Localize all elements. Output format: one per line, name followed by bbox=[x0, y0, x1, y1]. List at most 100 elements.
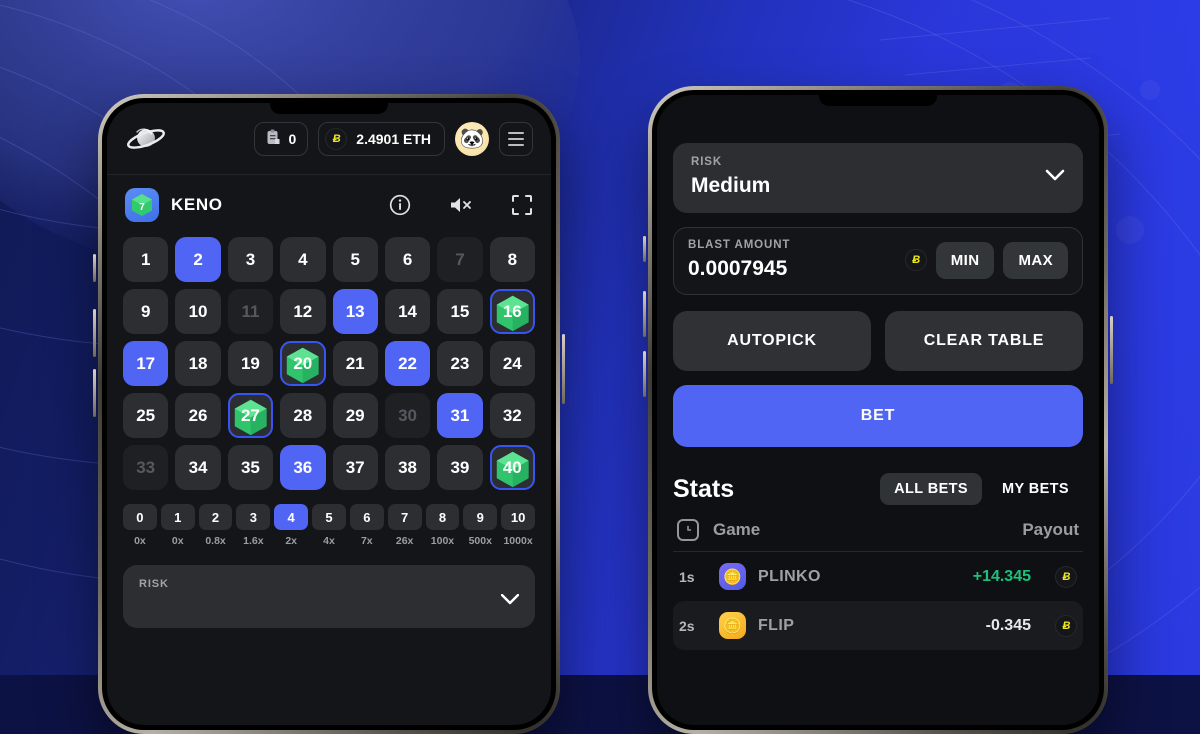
column-payout: Payout bbox=[1022, 520, 1079, 540]
keno-cell-4[interactable]: 4 bbox=[280, 237, 325, 282]
bet-row[interactable]: 1s🪙PLINKO+14.345Ƀ bbox=[673, 552, 1083, 601]
balance-chip[interactable]: Ƀ 2.4901 ETH bbox=[318, 122, 445, 156]
keno-cell-9[interactable]: 9 bbox=[123, 289, 168, 334]
keno-cell-number: 31 bbox=[450, 406, 469, 426]
blast-amount-field[interactable]: BLAST AMOUNT 0.0007945 Ƀ MIN MAX bbox=[673, 227, 1083, 295]
keno-cell-25[interactable]: 25 bbox=[123, 393, 168, 438]
keno-cell-14[interactable]: 14 bbox=[385, 289, 430, 334]
left-phone-screen: 0 Ƀ 2.4901 ETH 🐼 7 bbox=[107, 103, 551, 725]
keno-cell-26[interactable]: 26 bbox=[175, 393, 220, 438]
bet-row[interactable]: 2s🪙FLIP-0.345Ƀ bbox=[673, 601, 1083, 650]
keno-cell-13[interactable]: 13 bbox=[333, 289, 378, 334]
keno-number-grid[interactable]: 1234567891011121314151617181920212223242… bbox=[107, 235, 551, 490]
multiplier-cell-6[interactable]: 67x bbox=[350, 504, 384, 547]
keno-cell-number: 10 bbox=[189, 302, 208, 322]
keno-cell-33[interactable]: 33 bbox=[123, 445, 168, 490]
max-button[interactable]: MAX bbox=[1003, 242, 1068, 279]
multiplier-hits: 0 bbox=[123, 504, 157, 530]
keno-cell-8[interactable]: 8 bbox=[490, 237, 535, 282]
keno-cell-27[interactable]: 27 bbox=[228, 393, 273, 438]
bet-payout: -0.345 bbox=[986, 617, 1031, 635]
chevron-down-icon[interactable] bbox=[1045, 168, 1065, 186]
clear-table-button[interactable]: CLEAR TABLE bbox=[885, 311, 1083, 371]
keno-cell-number: 19 bbox=[241, 354, 260, 374]
keno-cell-2[interactable]: 2 bbox=[175, 237, 220, 282]
risk-selector-left[interactable]: RISK bbox=[123, 565, 535, 628]
keno-cell-11[interactable]: 11 bbox=[228, 289, 273, 334]
keno-cell-number: 23 bbox=[450, 354, 469, 374]
phone-notch bbox=[270, 103, 388, 114]
bet-payout: +14.345 bbox=[973, 568, 1031, 586]
keno-cell-21[interactable]: 21 bbox=[333, 341, 378, 386]
keno-cell-number: 9 bbox=[141, 302, 150, 322]
keno-cell-31[interactable]: 31 bbox=[437, 393, 482, 438]
keno-cell-32[interactable]: 32 bbox=[490, 393, 535, 438]
keno-cell-number: 16 bbox=[503, 302, 522, 322]
multiplier-cell-4[interactable]: 42x bbox=[274, 504, 308, 547]
keno-cell-10[interactable]: 10 bbox=[175, 289, 220, 334]
keno-cell-23[interactable]: 23 bbox=[437, 341, 482, 386]
keno-cell-22[interactable]: 22 bbox=[385, 341, 430, 386]
keno-cell-number: 1 bbox=[141, 250, 150, 270]
keno-cell-30[interactable]: 30 bbox=[385, 393, 430, 438]
autopick-button[interactable]: AUTOPICK bbox=[673, 311, 871, 371]
keno-cell-18[interactable]: 18 bbox=[175, 341, 220, 386]
keno-cell-37[interactable]: 37 bbox=[333, 445, 378, 490]
keno-cell-16[interactable]: 16 bbox=[490, 289, 535, 334]
multiplier-value: 0x bbox=[172, 535, 184, 547]
multiplier-cell-3[interactable]: 31.6x bbox=[236, 504, 270, 547]
multiplier-hits: 2 bbox=[199, 504, 233, 530]
keno-cell-38[interactable]: 38 bbox=[385, 445, 430, 490]
keno-cell-5[interactable]: 5 bbox=[333, 237, 378, 282]
multiplier-hits: 3 bbox=[236, 504, 270, 530]
keno-cell-6[interactable]: 6 bbox=[385, 237, 430, 282]
speaker-muted-icon[interactable] bbox=[449, 195, 475, 215]
notes-count: 0 bbox=[288, 131, 296, 147]
phone-volume-down bbox=[93, 369, 96, 417]
multiplier-cell-10[interactable]: 101000x bbox=[501, 504, 535, 547]
fullscreen-icon[interactable] bbox=[511, 194, 533, 216]
multiplier-hits: 9 bbox=[463, 504, 497, 530]
keno-cell-40[interactable]: 40 bbox=[490, 445, 535, 490]
keno-cell-19[interactable]: 19 bbox=[228, 341, 273, 386]
info-circle-icon[interactable] bbox=[389, 194, 411, 216]
keno-cell-39[interactable]: 39 bbox=[437, 445, 482, 490]
keno-cell-3[interactable]: 3 bbox=[228, 237, 273, 282]
keno-cell-number: 27 bbox=[241, 406, 260, 426]
keno-cell-7[interactable]: 7 bbox=[437, 237, 482, 282]
multiplier-cell-7[interactable]: 726x bbox=[388, 504, 422, 547]
multiplier-cell-9[interactable]: 9500x bbox=[463, 504, 497, 547]
multiplier-value: 26x bbox=[396, 535, 414, 547]
keno-cell-28[interactable]: 28 bbox=[280, 393, 325, 438]
keno-cell-36[interactable]: 36 bbox=[280, 445, 325, 490]
keno-cell-15[interactable]: 15 bbox=[437, 289, 482, 334]
hamburger-menu-icon[interactable] bbox=[499, 122, 533, 156]
keno-cell-24[interactable]: 24 bbox=[490, 341, 535, 386]
saturn-planet-icon[interactable] bbox=[125, 124, 167, 154]
keno-cell-1[interactable]: 1 bbox=[123, 237, 168, 282]
multiplier-cell-0[interactable]: 00x bbox=[123, 504, 157, 547]
keno-cell-number: 39 bbox=[450, 458, 469, 478]
keno-cell-number: 3 bbox=[246, 250, 255, 270]
notes-chip[interactable]: 0 bbox=[254, 122, 308, 156]
stats-tab-all-bets[interactable]: ALL BETS bbox=[880, 473, 982, 505]
keno-cell-34[interactable]: 34 bbox=[175, 445, 220, 490]
risk-selector[interactable]: RISK Medium bbox=[673, 143, 1083, 213]
keno-cell-35[interactable]: 35 bbox=[228, 445, 273, 490]
multiplier-cell-5[interactable]: 54x bbox=[312, 504, 346, 547]
stats-title: Stats bbox=[673, 475, 734, 504]
stats-tab-group[interactable]: ALL BETSMY BETS bbox=[880, 473, 1083, 505]
multiplier-cell-1[interactable]: 10x bbox=[161, 504, 195, 547]
multiplier-cell-8[interactable]: 8100x bbox=[426, 504, 460, 547]
game-header: 7 KENO bbox=[107, 175, 551, 235]
stats-tab-my-bets[interactable]: MY BETS bbox=[988, 473, 1083, 505]
keno-cell-29[interactable]: 29 bbox=[333, 393, 378, 438]
bet-button[interactable]: BET bbox=[673, 385, 1083, 447]
min-button[interactable]: MIN bbox=[936, 242, 995, 279]
keno-cell-17[interactable]: 17 bbox=[123, 341, 168, 386]
keno-cell-12[interactable]: 12 bbox=[280, 289, 325, 334]
keno-cell-number: 24 bbox=[503, 354, 522, 374]
multiplier-cell-2[interactable]: 20.8x bbox=[199, 504, 233, 547]
panda-avatar-icon[interactable]: 🐼 bbox=[455, 122, 489, 156]
keno-cell-20[interactable]: 20 bbox=[280, 341, 325, 386]
